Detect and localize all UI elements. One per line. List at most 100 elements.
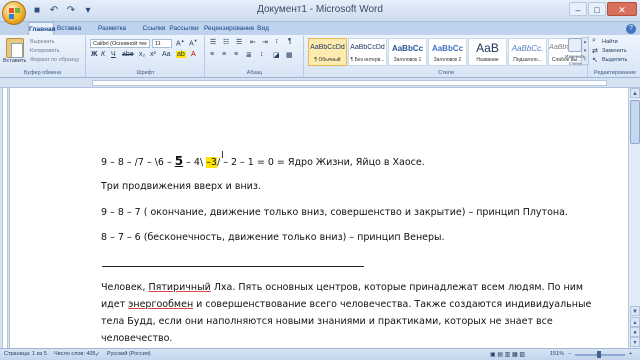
bullets-icon[interactable]: ☰ (210, 38, 216, 46)
zoom-level[interactable]: 151% (550, 351, 564, 357)
select-button[interactable]: Выделить (602, 57, 627, 63)
format-painter-button[interactable]: Формат по образцу (30, 57, 79, 63)
scroll-up-icon[interactable]: ▲ (630, 88, 640, 98)
shading-icon[interactable]: ◪ (273, 51, 280, 59)
previous-page-icon[interactable]: ▴ (630, 317, 640, 327)
line-spacing-icon[interactable]: ↕ (260, 51, 264, 58)
document-page[interactable]: 9 – 8 – /7 – \6 – 5 – 4\ –3/ – 2 – 1 = 0… (10, 88, 628, 348)
change-styles-label: Изменить стили (565, 54, 586, 66)
change-case-icon[interactable]: Aa (162, 51, 171, 58)
ruler-track (2, 88, 8, 348)
language-indicator[interactable]: Русский (Россия) (107, 351, 151, 357)
paste-button[interactable]: Вставить (3, 58, 26, 64)
paragraph-line: Человек, Пятиричный Лха. Пять основных ц… (101, 279, 583, 296)
scroll-thumb[interactable] (630, 100, 640, 144)
paragraph-group-label: Абзац (246, 70, 263, 76)
font-name-field[interactable]: Calibri (Основной тек (90, 39, 150, 48)
underline-icon[interactable]: Ч (111, 51, 116, 58)
replace-button[interactable]: Заменить (602, 48, 627, 54)
proofing-icon[interactable]: ✓ (95, 351, 100, 358)
style-sample: AaBbCc (391, 44, 424, 53)
decrease-indent-icon[interactable]: ⇤ (250, 38, 256, 46)
word-count[interactable]: Число слов: 405 (54, 351, 96, 357)
horizontal-ruler[interactable] (0, 78, 640, 88)
maximize-button[interactable]: □ (588, 2, 606, 16)
clipboard-group-label: Буфер обмена (23, 70, 62, 76)
bold-icon[interactable]: Ж (91, 51, 97, 58)
style-title[interactable]: AaB Название (468, 38, 507, 66)
grow-font-icon[interactable]: A▲ (176, 38, 185, 47)
help-icon[interactable]: ? (626, 24, 636, 34)
vertical-ruler[interactable] (0, 88, 10, 348)
paragraph-line: идет энергообмен и совершенствование все… (101, 296, 591, 313)
justify-icon[interactable]: ≣ (246, 51, 252, 59)
align-right-icon[interactable]: ≡ (234, 51, 238, 58)
align-left-icon[interactable]: ≡ (210, 51, 214, 58)
zoom-out-icon[interactable]: − (568, 351, 571, 357)
editing-group-label: Редактирование (594, 70, 636, 76)
style-no-spacing[interactable]: AaBbCcDd ¶ Без интерв... (348, 38, 387, 66)
replace-icon: ⇄ (592, 48, 598, 55)
highlight-icon[interactable]: ab (176, 51, 186, 58)
font-group: Calibri (Основной тек 11 A▲ A▼ Ж К Ч abe… (87, 36, 205, 77)
style-sample: AaBbCc. (511, 44, 544, 53)
scroll-down-icon[interactable]: ▼ (630, 306, 640, 316)
style-subtitle[interactable]: AaBbCc. Подзаголо... (508, 38, 547, 66)
tab-view[interactable]: Вид (254, 22, 272, 35)
font-size-field[interactable]: 11 (152, 39, 172, 48)
paste-icon[interactable] (6, 38, 24, 58)
shrink-font-icon[interactable]: A▼ (189, 38, 198, 47)
superscript-icon[interactable]: x² (150, 51, 156, 58)
spellcheck-word: Пятиричный (148, 282, 211, 293)
doc-line: 9 – 8 – 7 ( окончание, движение только в… (101, 207, 568, 218)
vertical-scrollbar[interactable]: ▲ ▼ ▴ ● ▾ (628, 88, 640, 348)
numbering-icon[interactable]: ☷ (223, 38, 229, 46)
strikethrough-icon[interactable]: abe (122, 51, 134, 58)
subscript-icon[interactable]: x₂ (139, 51, 145, 58)
minimize-button[interactable]: – (569, 2, 587, 16)
office-button[interactable] (2, 1, 26, 25)
select-icon: ↖ (592, 57, 598, 64)
tab-references[interactable]: Ссылки (142, 22, 166, 35)
copy-button[interactable]: Копировать (30, 48, 60, 54)
font-color-icon[interactable]: A (191, 51, 196, 58)
paragraph-group: ☰ ☷ ☰ ⇤ ⇥ ↕ ¶ ≡ ≡ ≡ ≣ ↕ ◪ ▦ Абзац (206, 36, 304, 77)
page-count[interactable]: Страница: 1 из 5 (4, 351, 47, 357)
para-text: и совершенствование всего человечества. … (193, 299, 592, 310)
style-name: ¶ Без интерв... (350, 57, 385, 63)
status-bar: Страница: 1 из 5 Число слов: 405 ✓ Русск… (0, 348, 640, 360)
italic-icon[interactable]: К (101, 51, 105, 58)
next-page-icon[interactable]: ▾ (630, 337, 640, 347)
style-heading-1[interactable]: AaBbCc Заголовок 1 (388, 38, 427, 66)
view-buttons[interactable]: ▣ ▤ ▥ ▦ ▧ (490, 351, 525, 358)
show-marks-icon[interactable]: ¶ (288, 38, 292, 45)
tab-home[interactable]: Главная (28, 22, 55, 35)
browse-object-icon[interactable]: ● (630, 327, 640, 337)
style-sample: AaBbCc (431, 44, 464, 53)
zoom-in-icon[interactable]: + (629, 351, 632, 357)
cut-button[interactable]: Вырезать (30, 39, 54, 45)
ruler-track (92, 80, 607, 86)
tab-review[interactable]: Рецензирование (204, 22, 254, 35)
sort-icon[interactable]: ↕ (275, 38, 279, 45)
find-button[interactable]: Найти (602, 39, 618, 45)
tab-page-layout[interactable]: Разметка страницы (84, 22, 140, 45)
zoom-slider-knob[interactable] (597, 351, 601, 358)
style-heading-2[interactable]: AaBbCc Заголовок 2 (428, 38, 467, 66)
doc-line: 8 – 7 – 6 (бесконечность, движение тольк… (101, 232, 445, 243)
ribbon: Вставить Вырезать Копировать Формат по о… (0, 35, 640, 78)
style-normal[interactable]: AaBbCcDd ¶ Обычный (308, 38, 347, 66)
styles-group-label: Стили (438, 70, 454, 76)
tab-mailings[interactable]: Рассылки (169, 22, 199, 35)
increase-indent-icon[interactable]: ⇥ (262, 38, 268, 46)
tab-insert[interactable]: Вставка (56, 22, 82, 35)
multilevel-list-icon[interactable]: ☰ (236, 38, 242, 46)
close-button[interactable]: ✕ (607, 2, 637, 16)
style-name: ¶ Обычный (314, 57, 341, 63)
align-center-icon[interactable]: ≡ (222, 51, 226, 58)
clipboard-group: Вставить Вырезать Копировать Формат по о… (0, 36, 86, 77)
text-cursor-icon: I (221, 150, 224, 161)
change-styles-button[interactable]: Изменить стили (565, 38, 585, 67)
editing-group: Найти Заменить Выделить ⌕ ⇄ ↖ Редактиров… (590, 36, 640, 77)
borders-icon[interactable]: ▦ (286, 51, 293, 59)
